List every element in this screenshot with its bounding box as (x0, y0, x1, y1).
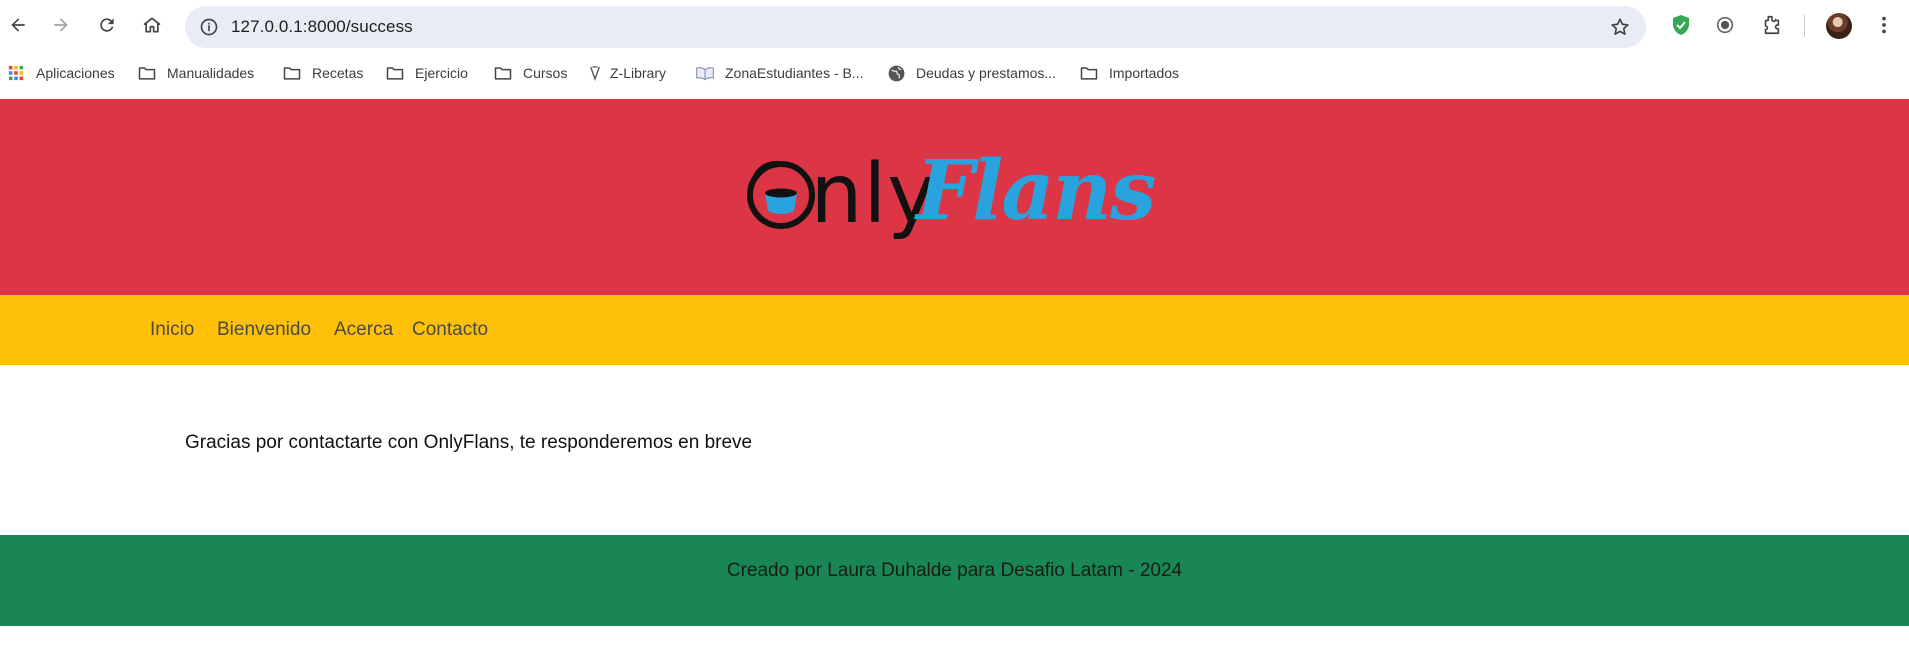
home-icon (143, 17, 161, 33)
folder-icon (1079, 63, 1099, 83)
address-bar[interactable]: 127.0.0.1:8000/success (185, 6, 1646, 48)
reload-button[interactable] (91, 9, 123, 41)
back-button[interactable] (2, 9, 34, 41)
nav-link-acerca[interactable]: Acerca (334, 319, 393, 341)
home-button[interactable] (136, 9, 168, 41)
arrow-right-icon (54, 18, 68, 32)
bookmark-label: Recetas (312, 65, 364, 81)
forward-button[interactable] (45, 9, 77, 41)
bookmark-ejercicio[interactable]: Ejercicio (385, 61, 468, 85)
logo-text-flans: Flans (916, 143, 1156, 239)
bookmark-manualidades[interactable]: Manualidades (137, 61, 254, 85)
extensions-puzzle-icon[interactable] (1757, 11, 1785, 39)
bookmark-star-icon[interactable] (1606, 13, 1634, 41)
footer-credit: Creado por Laura Duhalde para Desafio La… (726, 560, 1183, 581)
nav-link-contacto[interactable]: Contacto (412, 319, 488, 341)
globe-icon (886, 63, 906, 83)
bookmark-label: Deudas y prestamos... (916, 65, 1057, 81)
bookmark-zonaestudiantes[interactable]: ZonaEstudiantes - B... (695, 61, 864, 85)
site-info-icon[interactable] (195, 13, 223, 41)
nav-link-inicio[interactable]: Inicio (150, 319, 194, 341)
folder-icon (385, 63, 405, 83)
arrow-left-icon (11, 18, 25, 32)
zlibrary-icon (588, 63, 602, 83)
bookmarks-bar: Aplicaciones Manualidades Recetas Ejerci… (0, 58, 1909, 88)
bookmark-deudas[interactable]: Deudas y prestamos... (886, 61, 1056, 85)
profile-avatar[interactable] (1826, 13, 1852, 39)
bookmark-label: ZonaEstudiantes - B... (725, 65, 864, 81)
toolbar-divider (1804, 15, 1805, 37)
bookmark-aplicaciones[interactable]: Aplicaciones (6, 61, 115, 85)
folder-icon (493, 63, 513, 83)
main-content: Gracias por contactarte con OnlyFlans, t… (0, 365, 1909, 535)
bookmark-label: Ejercicio (415, 65, 468, 81)
bookmark-recetas[interactable]: Recetas (282, 61, 363, 85)
reload-icon (100, 18, 114, 32)
browser-toolbar: 127.0.0.1:8000/success (0, 0, 1909, 50)
bookmark-label: Cursos (523, 65, 568, 81)
site-footer: Creado por Laura Duhalde para Desafio La… (0, 535, 1909, 626)
url-text[interactable]: 127.0.0.1:8000/success (231, 17, 413, 37)
bookmark-zlibrary[interactable]: Z-Library (588, 61, 666, 85)
flan-icon (747, 161, 815, 229)
bookmark-importados[interactable]: Importados (1079, 61, 1179, 85)
shield-extension-icon[interactable] (1667, 11, 1695, 39)
bookmark-label: Importados (1109, 65, 1180, 81)
nav-link-bienvenido[interactable]: Bienvenido (217, 319, 311, 341)
folder-icon (282, 63, 302, 83)
bookmark-cursos[interactable]: Cursos (493, 61, 567, 85)
bookmark-label: Manualidades (167, 65, 255, 81)
book-icon (695, 63, 715, 83)
site-nav: Inicio Bienvenido Acerca Contacto (0, 295, 1909, 365)
record-extension-icon[interactable] (1711, 11, 1739, 39)
bookmark-label: Z-Library (610, 65, 667, 81)
browser-menu-icon[interactable] (1870, 11, 1898, 39)
success-message: Gracias por contactarte con OnlyFlans, t… (185, 432, 753, 453)
onlyflans-logo[interactable]: Only Flans (745, 143, 1156, 245)
apps-grid-icon (6, 63, 26, 83)
folder-icon (137, 63, 157, 83)
bookmark-label: Aplicaciones (36, 65, 115, 81)
